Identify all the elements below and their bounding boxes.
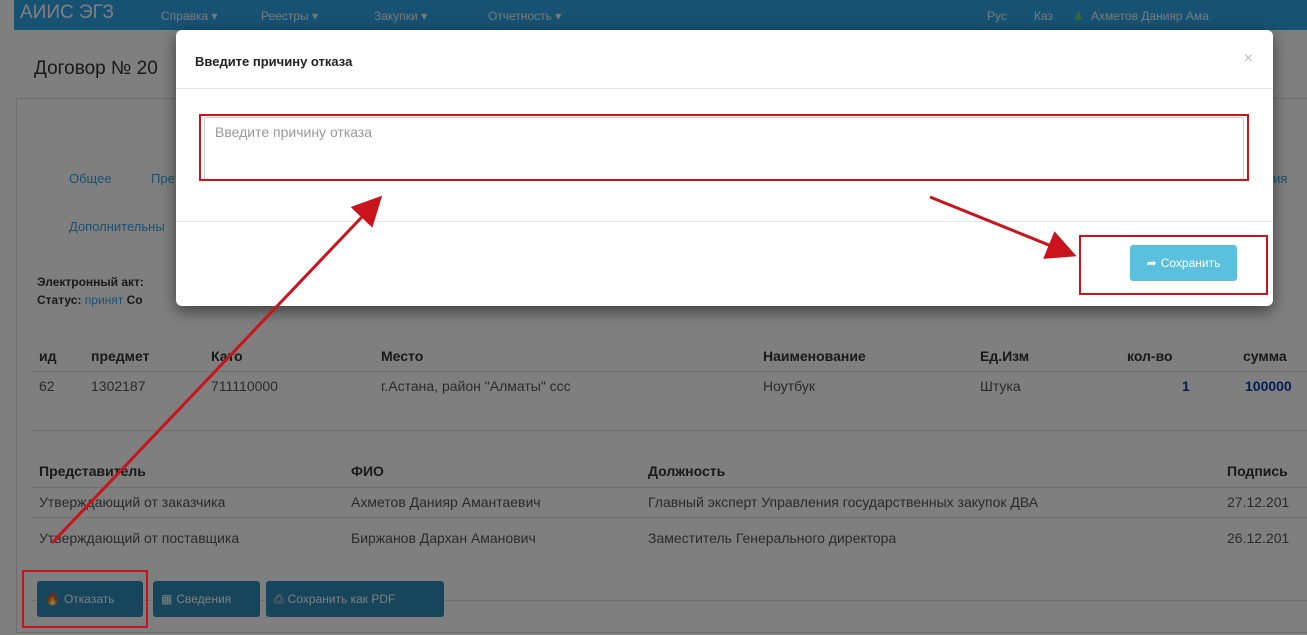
annotation-arrows xyxy=(50,195,1077,545)
arrow-to-save xyxy=(929,195,1077,259)
arrow-to-textarea xyxy=(50,195,383,545)
